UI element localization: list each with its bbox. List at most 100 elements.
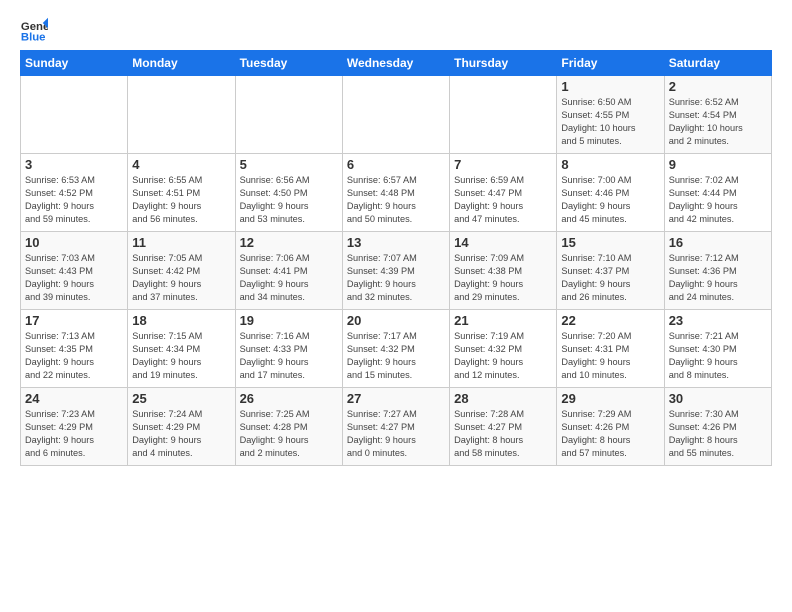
- day-cell: 24Sunrise: 7:23 AM Sunset: 4:29 PM Dayli…: [21, 388, 128, 466]
- day-info: Sunrise: 7:00 AM Sunset: 4:46 PM Dayligh…: [561, 174, 659, 226]
- week-row-1: 3 Sunrise: 6:53 AM Sunset: 4:52 PM Daylig…: [21, 154, 772, 232]
- day-info: Sunrise: 7:15 AM Sunset: 4:34 PM Dayligh…: [132, 330, 230, 382]
- day-cell: [21, 76, 128, 154]
- day-number: 1: [561, 79, 659, 94]
- day-cell: 1Sunrise: 6:50 AM Sunset: 4:55 PM Daylig…: [557, 76, 664, 154]
- day-cell: 20 Sunrise: 7:17 AM Sunset: 4:32 PM Dayli…: [342, 310, 449, 388]
- day-info: Sunrise: 6:56 AM Sunset: 4:50 PM Dayligh…: [240, 174, 338, 226]
- weekday-header-saturday: Saturday: [664, 51, 771, 76]
- day-info: Sunrise: 7:02 AM Sunset: 4:44 PM Dayligh…: [669, 174, 767, 226]
- day-cell: 21Sunrise: 7:19 AM Sunset: 4:32 PM Dayli…: [450, 310, 557, 388]
- day-number: 29: [561, 391, 659, 406]
- day-number: 4: [132, 157, 230, 172]
- day-number: 6: [347, 157, 445, 172]
- day-info: Sunrise: 7:16 AM Sunset: 4:33 PM Dayligh…: [240, 330, 338, 382]
- day-number: 9: [669, 157, 767, 172]
- day-cell: 14 Sunrise: 7:09 AM Sunset: 4:38 PM Dayli…: [450, 232, 557, 310]
- day-number: 20: [347, 313, 445, 328]
- logo: General Blue: [20, 16, 48, 44]
- day-info: Sunrise: 6:57 AM Sunset: 4:48 PM Dayligh…: [347, 174, 445, 226]
- weekday-header-thursday: Thursday: [450, 51, 557, 76]
- day-cell: 19 Sunrise: 7:16 AM Sunset: 4:33 PM Dayli…: [235, 310, 342, 388]
- day-number: 13: [347, 235, 445, 250]
- day-cell: 8 Sunrise: 7:00 AM Sunset: 4:46 PM Daylig…: [557, 154, 664, 232]
- logo-icon: General Blue: [20, 16, 48, 44]
- day-info: Sunrise: 7:17 AM Sunset: 4:32 PM Dayligh…: [347, 330, 445, 382]
- day-info: Sunrise: 7:21 AM Sunset: 4:30 PM Dayligh…: [669, 330, 767, 382]
- day-number: 23: [669, 313, 767, 328]
- day-info: Sunrise: 6:53 AM Sunset: 4:52 PM Dayligh…: [25, 174, 123, 226]
- day-cell: 6 Sunrise: 6:57 AM Sunset: 4:48 PM Daylig…: [342, 154, 449, 232]
- day-cell: 25Sunrise: 7:24 AM Sunset: 4:29 PM Dayli…: [128, 388, 235, 466]
- day-info: Sunrise: 7:23 AM Sunset: 4:29 PM Dayligh…: [25, 408, 123, 460]
- day-number: 7: [454, 157, 552, 172]
- day-number: 8: [561, 157, 659, 172]
- week-row-2: 10 Sunrise: 7:03 AM Sunset: 4:43 PM Dayli…: [21, 232, 772, 310]
- day-cell: 16 Sunrise: 7:12 AM Sunset: 4:36 PM Dayli…: [664, 232, 771, 310]
- day-info: Sunrise: 7:20 AM Sunset: 4:31 PM Dayligh…: [561, 330, 659, 382]
- day-number: 25: [132, 391, 230, 406]
- day-number: 2: [669, 79, 767, 94]
- day-number: 11: [132, 235, 230, 250]
- day-number: 10: [25, 235, 123, 250]
- day-number: 19: [240, 313, 338, 328]
- day-number: 28: [454, 391, 552, 406]
- weekday-header-friday: Friday: [557, 51, 664, 76]
- day-cell: 13 Sunrise: 7:07 AM Sunset: 4:39 PM Dayli…: [342, 232, 449, 310]
- day-cell: 5 Sunrise: 6:56 AM Sunset: 4:50 PM Daylig…: [235, 154, 342, 232]
- week-row-0: 1Sunrise: 6:50 AM Sunset: 4:55 PM Daylig…: [21, 76, 772, 154]
- day-cell: 29 Sunrise: 7:29 AM Sunset: 4:26 PM Dayli…: [557, 388, 664, 466]
- day-info: Sunrise: 6:59 AM Sunset: 4:47 PM Dayligh…: [454, 174, 552, 226]
- day-cell: 15 Sunrise: 7:10 AM Sunset: 4:37 PM Dayli…: [557, 232, 664, 310]
- day-cell: 10 Sunrise: 7:03 AM Sunset: 4:43 PM Dayli…: [21, 232, 128, 310]
- day-number: 17: [25, 313, 123, 328]
- day-cell: [235, 76, 342, 154]
- day-cell: 30 Sunrise: 7:30 AM Sunset: 4:26 PM Dayli…: [664, 388, 771, 466]
- day-cell: 9 Sunrise: 7:02 AM Sunset: 4:44 PM Daylig…: [664, 154, 771, 232]
- day-cell: 4 Sunrise: 6:55 AM Sunset: 4:51 PM Daylig…: [128, 154, 235, 232]
- day-cell: 2 Sunrise: 6:52 AM Sunset: 4:54 PM Daylig…: [664, 76, 771, 154]
- day-number: 5: [240, 157, 338, 172]
- day-number: 18: [132, 313, 230, 328]
- day-cell: 3 Sunrise: 6:53 AM Sunset: 4:52 PM Daylig…: [21, 154, 128, 232]
- day-info: Sunrise: 7:30 AM Sunset: 4:26 PM Dayligh…: [669, 408, 767, 460]
- day-number: 26: [240, 391, 338, 406]
- day-number: 3: [25, 157, 123, 172]
- day-info: Sunrise: 7:10 AM Sunset: 4:37 PM Dayligh…: [561, 252, 659, 304]
- day-info: Sunrise: 7:09 AM Sunset: 4:38 PM Dayligh…: [454, 252, 552, 304]
- page: General Blue SundayMondayTuesdayWednesda…: [0, 0, 792, 476]
- day-info: Sunrise: 6:55 AM Sunset: 4:51 PM Dayligh…: [132, 174, 230, 226]
- day-info: Sunrise: 7:06 AM Sunset: 4:41 PM Dayligh…: [240, 252, 338, 304]
- day-cell: 28Sunrise: 7:28 AM Sunset: 4:27 PM Dayli…: [450, 388, 557, 466]
- day-info: Sunrise: 7:29 AM Sunset: 4:26 PM Dayligh…: [561, 408, 659, 460]
- weekday-header-row: SundayMondayTuesdayWednesdayThursdayFrid…: [21, 51, 772, 76]
- day-number: 30: [669, 391, 767, 406]
- day-cell: 11 Sunrise: 7:05 AM Sunset: 4:42 PM Dayli…: [128, 232, 235, 310]
- day-cell: [128, 76, 235, 154]
- day-info: Sunrise: 7:27 AM Sunset: 4:27 PM Dayligh…: [347, 408, 445, 460]
- day-cell: 26Sunrise: 7:25 AM Sunset: 4:28 PM Dayli…: [235, 388, 342, 466]
- weekday-header-monday: Monday: [128, 51, 235, 76]
- day-number: 14: [454, 235, 552, 250]
- day-cell: 22Sunrise: 7:20 AM Sunset: 4:31 PM Dayli…: [557, 310, 664, 388]
- day-number: 12: [240, 235, 338, 250]
- weekday-header-tuesday: Tuesday: [235, 51, 342, 76]
- day-cell: 17 Sunrise: 7:13 AM Sunset: 4:35 PM Dayli…: [21, 310, 128, 388]
- day-info: Sunrise: 7:03 AM Sunset: 4:43 PM Dayligh…: [25, 252, 123, 304]
- day-number: 15: [561, 235, 659, 250]
- day-cell: 27 Sunrise: 7:27 AM Sunset: 4:27 PM Dayli…: [342, 388, 449, 466]
- weekday-header-sunday: Sunday: [21, 51, 128, 76]
- day-info: Sunrise: 7:12 AM Sunset: 4:36 PM Dayligh…: [669, 252, 767, 304]
- day-cell: [450, 76, 557, 154]
- day-cell: 23 Sunrise: 7:21 AM Sunset: 4:30 PM Dayli…: [664, 310, 771, 388]
- day-info: Sunrise: 6:52 AM Sunset: 4:54 PM Dayligh…: [669, 96, 767, 148]
- week-row-3: 17 Sunrise: 7:13 AM Sunset: 4:35 PM Dayli…: [21, 310, 772, 388]
- day-info: Sunrise: 7:13 AM Sunset: 4:35 PM Dayligh…: [25, 330, 123, 382]
- day-info: Sunrise: 7:07 AM Sunset: 4:39 PM Dayligh…: [347, 252, 445, 304]
- calendar-table: SundayMondayTuesdayWednesdayThursdayFrid…: [20, 50, 772, 466]
- day-info: Sunrise: 7:05 AM Sunset: 4:42 PM Dayligh…: [132, 252, 230, 304]
- svg-text:Blue: Blue: [21, 32, 46, 44]
- day-number: 16: [669, 235, 767, 250]
- week-row-4: 24Sunrise: 7:23 AM Sunset: 4:29 PM Dayli…: [21, 388, 772, 466]
- day-number: 27: [347, 391, 445, 406]
